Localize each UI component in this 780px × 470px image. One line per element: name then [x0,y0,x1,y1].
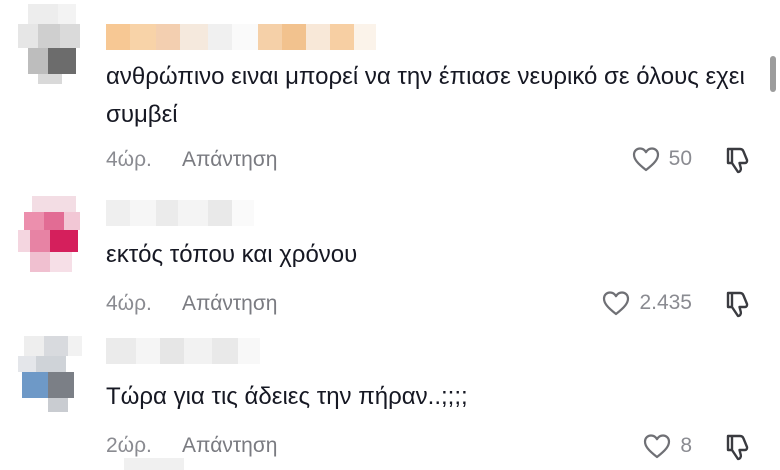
reply-button[interactable]: Απάντηση [182,292,277,316]
comment-meta: 4ώρ. Απάντηση [106,292,277,316]
thumbs-down-icon [726,147,749,174]
comment-time: 4ώρ. [106,148,152,171]
like-count: 8 [680,434,692,457]
like-count: 2.435 [639,291,692,314]
comment-text: εκτός τόπου και χρόνου [106,241,358,268]
comment-meta: 2ώρ. Απάντηση [106,434,277,458]
avatar[interactable] [18,196,82,276]
heart-outline-icon [632,147,659,172]
comment-text: Τώρα για τις άδειες την πήραν..;;;; [106,383,468,410]
username[interactable] [106,338,260,364]
like-button[interactable]: 8 [642,432,692,460]
username[interactable] [106,24,376,50]
heart-outline-icon [603,291,630,316]
avatar[interactable] [18,336,82,416]
reply-button[interactable]: Απάντηση [182,434,277,458]
avatar[interactable] [18,4,82,84]
like-button[interactable]: 2.435 [601,289,692,317]
comment-meta: 4ώρ. Απάντηση [106,148,277,172]
comment-time: 4ώρ. [106,292,152,315]
dislike-button[interactable] [722,432,752,467]
username[interactable] [106,200,254,226]
thumbs-down-icon [726,434,749,461]
thumbs-down-icon [726,291,749,318]
dislike-button[interactable] [722,145,752,180]
comment-text: ανθρώπινο ειναι μπορεί να την έπιασε νευ… [106,63,745,128]
reply-button[interactable]: Απάντηση [182,148,277,172]
dislike-button[interactable] [722,289,752,324]
avatar[interactable] [124,458,184,470]
heart-outline-icon [644,434,671,459]
scrollbar[interactable] [770,56,776,92]
comment-time: 2ώρ. [106,434,152,457]
like-button[interactable]: 50 [631,145,692,173]
like-count: 50 [668,147,692,170]
